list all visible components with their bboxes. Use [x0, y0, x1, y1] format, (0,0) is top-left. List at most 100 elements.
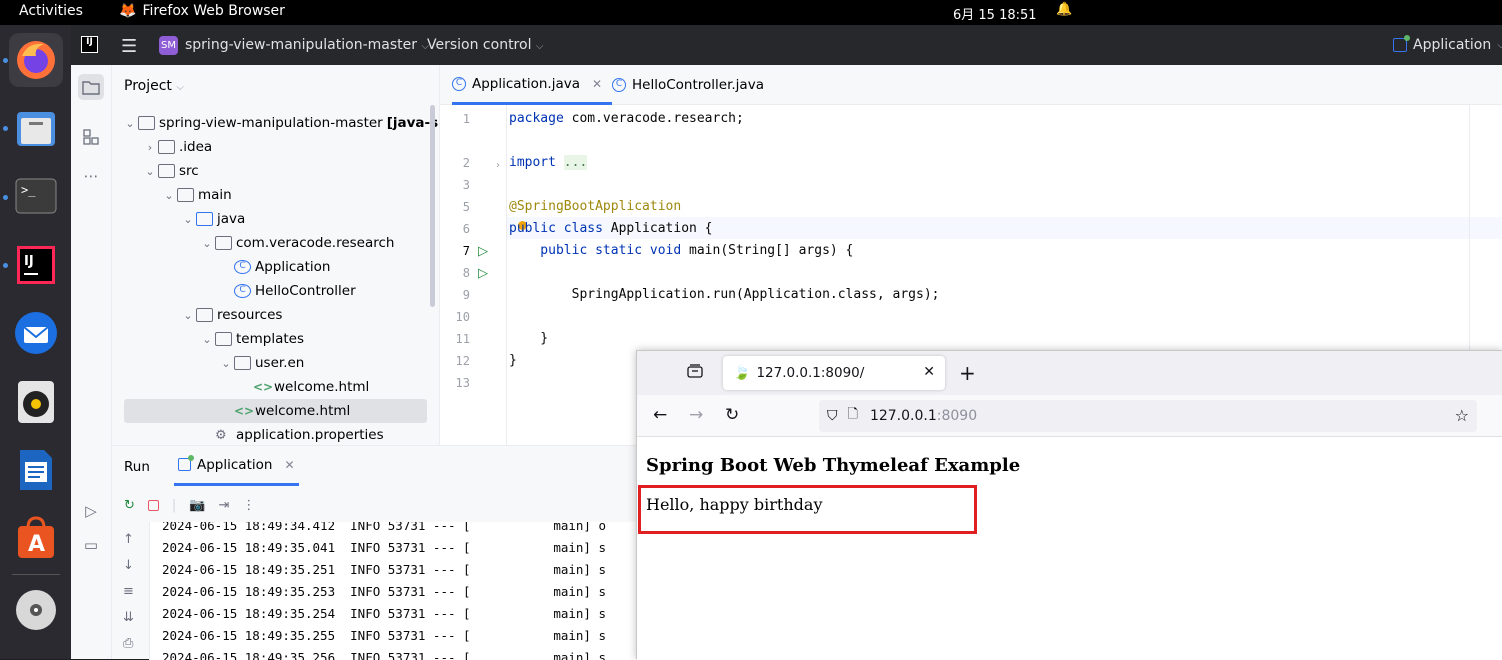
folded-imports[interactable]: ... — [563, 155, 588, 170]
exit-icon[interactable]: ⇥ — [218, 498, 229, 513]
fold-icon[interactable]: › — [496, 160, 500, 171]
code-line-10[interactable]: SpringApplication.run(Application.class,… — [509, 287, 940, 302]
log-line: 2024-06-15 18:49:35.255 INFO 53731 --- [… — [162, 628, 607, 643]
url-port: :8090 — [936, 408, 978, 424]
project-widget[interactable]: spring-view-manipulation-master ⌵ — [185, 37, 429, 53]
tab-list-icon[interactable] — [687, 363, 703, 383]
terminal-icon[interactable]: >_ — [9, 169, 63, 223]
page-icon[interactable]: 🗋 — [848, 405, 858, 427]
tree-item-hellocontroller[interactable]: C HelloController — [218, 279, 356, 303]
tree-item-application-properties[interactable]: ⚙ application.properties — [199, 423, 384, 445]
chevron-down-icon: ⌵ — [535, 41, 544, 52]
scroll-up-icon[interactable]: ↑ — [123, 532, 134, 547]
tree-item-package[interactable]: ⌄ com.veracode.research — [199, 231, 394, 255]
code-line-12[interactable]: } — [509, 331, 548, 346]
thunderbird-icon[interactable] — [9, 306, 63, 360]
run-tool-icon[interactable]: ▷ — [78, 498, 104, 524]
more-tools-icon[interactable]: ⋯ — [78, 163, 104, 189]
close-icon[interactable]: ✕ — [284, 458, 294, 472]
log-line: 2024-06-15 18:49:35.253 INFO 53731 --- [… — [162, 584, 607, 599]
run-configuration-widget[interactable]: Application ⌵ — [1393, 35, 1502, 53]
run-gutter-icon[interactable]: ▷ — [478, 244, 488, 259]
code-text: com.veracode.research; — [563, 111, 744, 126]
terminal-tool-icon[interactable]: ▭ — [78, 532, 104, 558]
tree-item-label: resources — [217, 307, 283, 323]
close-tab-icon[interactable]: ✕ — [923, 364, 935, 380]
code-keyword: public class — [509, 221, 603, 236]
forward-arrow-icon[interactable]: → — [689, 405, 703, 425]
tree-item-welcome-html-user[interactable]: <> welcome.html — [237, 375, 369, 399]
tree-item-templates[interactable]: ⌄ templates — [199, 327, 304, 351]
shield-icon[interactable]: ⛉ — [827, 408, 838, 424]
run-gutter-icon[interactable]: ▷ — [478, 266, 488, 281]
line-number: 9 — [462, 288, 470, 302]
tree-item-resources[interactable]: ⌄ resources — [180, 303, 282, 327]
svg-text:A: A — [28, 532, 45, 557]
project-badge[interactable]: SM — [159, 36, 178, 55]
spring-leaf-favicon-icon: 🍃 — [733, 365, 751, 381]
files-icon[interactable] — [9, 101, 63, 155]
stop-icon[interactable] — [147, 500, 159, 511]
clock[interactable]: 6月 15 18:51 — [953, 4, 1037, 23]
code-line-7[interactable]: public class Application { — [509, 221, 713, 236]
bookmark-star-icon[interactable]: ☆ — [1455, 406, 1469, 425]
code-text: } — [509, 331, 549, 346]
project-tool-icon[interactable] — [78, 74, 104, 100]
address-bar[interactable]: ⛉ 🗋 127.0.0.1:8090 ☆ — [819, 400, 1477, 432]
run-config-icon — [178, 455, 194, 471]
code-line-6[interactable]: @SpringBootApplication — [509, 199, 681, 214]
soft-wrap-icon[interactable]: ≡ — [123, 584, 134, 599]
folder-icon — [158, 140, 175, 154]
app-center-icon[interactable]: A — [9, 511, 63, 565]
tree-item-project-root[interactable]: ⌄ spring-view-manipulation-master [java-… — [122, 111, 439, 135]
code-line-1[interactable]: package com.veracode.research; — [509, 111, 744, 126]
tree-item-main[interactable]: ⌄ main — [161, 183, 231, 207]
code-text: main(String[] args) { — [681, 243, 854, 258]
toolbar-divider: | — [171, 498, 177, 513]
code-annotation: @SpringBootApplication — [509, 199, 682, 214]
active-app-menu[interactable]: 🦊 Firefox Web Browser — [119, 3, 285, 19]
notification-bell-icon[interactable]: 🔔 — [1056, 2, 1072, 17]
disc-icon[interactable] — [9, 583, 63, 637]
project-name: spring-view-manipulation-master — [185, 37, 417, 53]
intellij-icon[interactable]: IJ — [9, 238, 63, 292]
scroll-down-icon[interactable]: ↓ — [123, 558, 134, 573]
chevron-right-icon: › — [147, 140, 153, 154]
writer-icon[interactable] — [9, 443, 63, 497]
project-scrollbar[interactable] — [430, 105, 435, 307]
code-text: Application { — [602, 221, 713, 236]
tree-item-idea[interactable]: › .idea — [142, 135, 212, 159]
new-tab-icon[interactable]: + — [959, 361, 976, 385]
firefox-icon[interactable] — [9, 33, 63, 87]
scroll-to-end-icon[interactable]: ⇊ — [123, 610, 134, 625]
code-line-13[interactable]: } — [509, 353, 517, 368]
browser-tab-active[interactable]: 🍃 127.0.0.1:8090/ ✕ — [723, 356, 945, 390]
reload-icon[interactable]: ↻ — [725, 405, 739, 425]
tree-item-java[interactable]: ⌄ java — [180, 207, 245, 231]
tab-application-java[interactable]: C Application.java ✕ — [452, 65, 613, 105]
run-tab-application[interactable]: Application ✕ — [174, 446, 299, 486]
back-arrow-icon[interactable]: ← — [653, 405, 667, 425]
camera-icon[interactable]: 📷 — [189, 498, 205, 513]
more-icon[interactable]: ⋮ — [242, 498, 255, 513]
project-panel-title[interactable]: Project ⌵ — [124, 78, 184, 94]
tree-item-welcome-html[interactable]: <> welcome.html — [218, 399, 350, 423]
rerun-icon[interactable]: ↻ — [124, 498, 135, 513]
tab-hellocontroller-java[interactable]: C HelloController.java — [612, 65, 764, 105]
print-icon[interactable]: ⎙ — [123, 636, 133, 651]
chevron-down-icon: ⌄ — [202, 236, 212, 250]
tree-item-label: src — [179, 163, 199, 179]
tree-item-src[interactable]: ⌄ src — [142, 159, 199, 183]
activities-button[interactable]: Activities — [19, 3, 83, 19]
close-icon[interactable]: ✕ — [592, 77, 602, 91]
structure-tool-icon[interactable] — [78, 124, 104, 150]
tree-item-user-en[interactable]: ⌄ user.en — [218, 351, 304, 375]
resources-folder-icon — [196, 308, 213, 322]
code-line-8[interactable]: public static void main(String[] args) { — [509, 243, 853, 258]
version-control-widget[interactable]: Version control ⌵ — [427, 37, 544, 53]
main-menu-icon[interactable]: ☰ — [121, 36, 137, 57]
rhythmbox-icon[interactable] — [9, 375, 63, 429]
code-line-3[interactable]: import ... — [509, 155, 588, 170]
tree-item-label: welcome.html — [274, 379, 370, 395]
tree-item-application[interactable]: C Application — [218, 255, 330, 279]
